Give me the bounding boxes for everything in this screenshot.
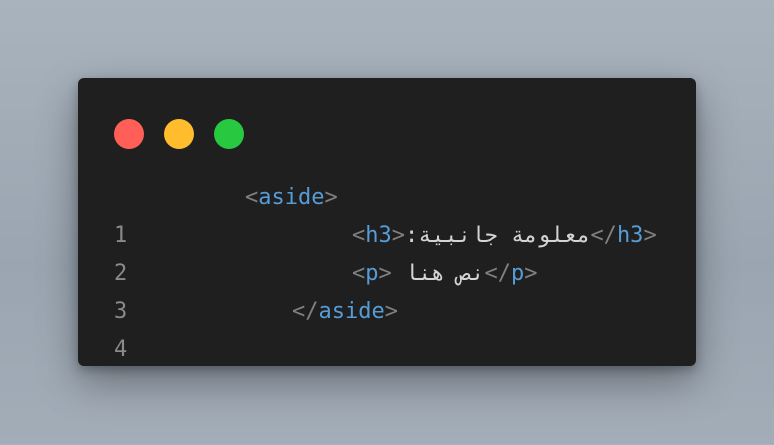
bracket: < [245,185,259,210]
code-line: 2 <h3>معلومة جانبية:</h3> [78,217,696,286]
bracket: > [324,185,338,210]
code-line: 3 <p> نص هنا</p> [78,255,696,324]
minimize-dot-icon[interactable] [164,119,194,149]
tag-name: p [510,261,525,286]
bracket: > [391,223,405,248]
code-block: 1 <aside> 2 <h3>معلومة جانبية:</h3> 3 <p… [78,179,696,362]
bracket: > [643,223,657,248]
text-content: معلومة جانبية: [405,223,591,248]
bracket: </ [484,261,511,286]
line-number: 4 [114,337,128,362]
text-content: نص هنا [405,261,485,286]
maximize-dot-icon[interactable] [214,119,244,149]
tag-name: aside [318,299,385,324]
bracket: > [384,299,398,324]
bracket: </ [292,299,319,324]
tag-name: aside [258,185,325,210]
line-content: <aside> [245,179,338,217]
bracket: < [352,261,366,286]
tag-name: h3 [365,223,392,248]
line-content: </aside> [292,293,398,331]
bracket: > [524,261,538,286]
line-content: <p> نص هنا</p> [352,255,537,293]
tag-name: p [365,261,379,286]
close-dot-icon[interactable] [114,119,144,149]
bracket: > [378,261,392,286]
bracket: < [352,223,366,248]
code-line: 4 </aside> [78,293,696,362]
line-content: <h3>معلومة جانبية:</h3> [352,217,657,255]
code-line: 1 <aside> [78,179,696,248]
code-window: 1 <aside> 2 <h3>معلومة جانبية:</h3> 3 <p… [78,78,696,366]
bracket: </ [590,223,617,248]
tag-name: h3 [616,223,644,248]
